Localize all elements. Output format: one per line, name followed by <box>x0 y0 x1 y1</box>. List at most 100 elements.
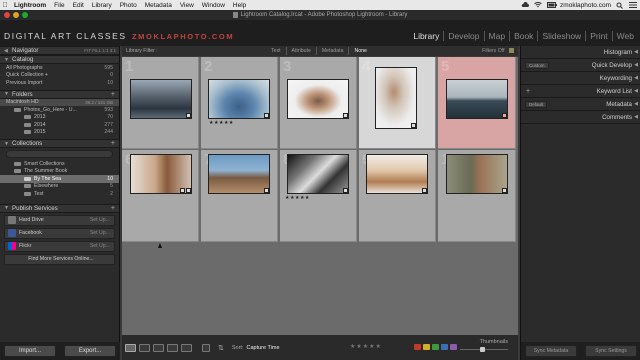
edit-badge-icon[interactable] <box>411 123 416 128</box>
rating-stars[interactable]: ★★★★★ <box>285 195 310 201</box>
keyword-list-header[interactable]: + Keyword List ◀ <box>521 85 640 98</box>
menu-app[interactable]: Lightroom <box>10 2 50 9</box>
collections-header[interactable]: ▼ Collections + <box>0 139 119 148</box>
sync-metadata-button[interactable]: Sync Metadata <box>525 345 577 357</box>
metadata-header[interactable]: Default Metadata ◀ <box>521 98 640 111</box>
menu-view[interactable]: View <box>176 2 198 9</box>
photo-thumbnail[interactable] <box>446 154 508 194</box>
sort-direction-icon[interactable]: ⇅ <box>218 344 224 352</box>
catalog-item-previous-import[interactable]: Previous Import 10 <box>0 79 119 87</box>
module-map[interactable]: Map <box>483 31 510 41</box>
minimize-window-icon[interactable] <box>13 12 19 18</box>
folder-item-2015[interactable]: 2015 244 <box>0 129 119 137</box>
menu-help[interactable]: Help <box>229 2 250 9</box>
menu-list-icon[interactable] <box>629 2 637 8</box>
import-button[interactable]: Import... <box>4 345 56 357</box>
module-library[interactable]: Library <box>409 31 443 41</box>
maximize-window-icon[interactable] <box>22 12 28 18</box>
lock-icon[interactable] <box>509 48 514 54</box>
cloud-icon[interactable] <box>521 2 530 8</box>
search-icon[interactable] <box>616 2 624 9</box>
photo-thumbnail[interactable] <box>130 79 192 119</box>
folder-item-2014[interactable]: 2014 277 <box>0 121 119 129</box>
photo-thumbnail[interactable] <box>208 79 270 119</box>
metadata-preset-dropdown[interactable]: Default <box>525 101 548 108</box>
edit-badge-icon[interactable] <box>264 188 269 193</box>
grid-cell[interactable]: 2 ★★★★★ <box>201 57 278 149</box>
color-label-yellow[interactable] <box>423 344 430 350</box>
navigator-header[interactable]: ◀ Navigator FIT FILL 1:1 3:1 <box>0 46 119 55</box>
module-print[interactable]: Print <box>585 31 611 41</box>
catalog-item-quick-collection[interactable]: Quick Collection + 0 <box>0 72 119 80</box>
folder-item-2013[interactable]: 2013 70 <box>0 114 119 122</box>
volume-macintosh-hd[interactable]: Macintosh HD 36.2 / 121 GB <box>0 98 119 106</box>
photo-thumbnail[interactable] <box>375 67 417 129</box>
module-slideshow[interactable]: Slideshow <box>537 31 585 41</box>
folder-item-photos-go-here[interactable]: Photos_Go_Here - U... 593 <box>0 106 119 114</box>
navigator-zoom-tabs[interactable]: FIT FILL 1:1 3:1 <box>84 48 116 53</box>
publish-setup-link[interactable]: Set Up... <box>90 243 114 249</box>
people-view-icon[interactable] <box>181 343 192 352</box>
add-folder-icon[interactable]: + <box>111 91 115 98</box>
spray-can-icon[interactable] <box>202 343 210 352</box>
grid-cell-target[interactable]: 5 <box>438 57 516 149</box>
export-button[interactable]: Export... <box>64 345 116 357</box>
color-label-green[interactable] <box>432 344 439 350</box>
color-label-purple[interactable] <box>450 344 457 350</box>
edit-badge-icon[interactable] <box>502 188 507 193</box>
publish-facebook[interactable]: Facebook Set Up... <box>4 227 115 239</box>
edit-badge-icon[interactable] <box>343 188 348 193</box>
grid-cell[interactable]: 7 <box>201 150 278 242</box>
photo-thumbnail[interactable] <box>208 154 270 194</box>
wifi-icon[interactable] <box>534 1 542 8</box>
grid-cell-selected[interactable]: 4 <box>359 57 436 149</box>
color-label-blue[interactable] <box>441 344 448 350</box>
quick-develop-header[interactable]: Custom Quick Develop ◀ <box>521 59 640 72</box>
histogram-header[interactable]: Histogram ◀ <box>521 46 640 59</box>
menu-library[interactable]: Library <box>88 2 116 9</box>
catalog-item-all-photographs[interactable]: All Photographs 595 <box>0 64 119 72</box>
grid-cell[interactable]: 6 <box>122 150 199 242</box>
rating-stars[interactable]: ★★★★★ <box>209 120 234 126</box>
publish-setup-link[interactable]: Set Up... <box>90 230 114 236</box>
photo-thumbnail[interactable] <box>287 79 349 119</box>
toolbar-rating-stars[interactable]: ★★★★★ <box>350 343 382 350</box>
module-book[interactable]: Book <box>509 31 537 41</box>
sort-dropdown[interactable]: Capture Time <box>247 345 280 351</box>
sync-settings-button[interactable]: Sync Settings <box>585 345 637 357</box>
grid-view-icon[interactable] <box>125 343 136 352</box>
menu-window[interactable]: Window <box>198 2 229 9</box>
menu-edit[interactable]: Edit <box>69 2 88 9</box>
publish-setup-link[interactable]: Set Up... <box>90 217 114 223</box>
comments-header[interactable]: Comments ◀ <box>521 111 640 124</box>
catalog-header[interactable]: ▼ Catalog <box>0 55 119 64</box>
collections-filter-field[interactable] <box>6 150 113 158</box>
collection-the-summer-book[interactable]: The Summer Book <box>0 168 119 176</box>
filter-tab-attribute[interactable]: Attribute <box>285 47 316 55</box>
find-more-services-button[interactable]: Find More Services Online... <box>4 253 115 265</box>
keywording-header[interactable]: Keywording ◀ <box>521 72 640 85</box>
grid-cell[interactable]: 1 <box>122 57 199 149</box>
saved-preset-dropdown[interactable]: Custom <box>525 62 549 69</box>
menu-file[interactable]: File <box>50 2 68 9</box>
edit-badge-icon[interactable] <box>502 113 507 118</box>
photo-thumbnail[interactable] <box>287 154 349 194</box>
collection-smart-collections[interactable]: Smart Collections <box>0 160 119 168</box>
publish-services-header[interactable]: ▼ Publish Services + <box>0 203 119 213</box>
loupe-view-icon[interactable] <box>139 343 150 352</box>
thumbnail-size-slider[interactable] <box>460 347 508 352</box>
battery-icon[interactable] <box>547 2 558 8</box>
collection-elsewhere[interactable]: Elsewhere 5 <box>0 183 119 191</box>
publish-hard-drive[interactable]: Hard Drive Set Up... <box>4 214 115 226</box>
edit-badge-icon[interactable] <box>186 188 191 193</box>
edit-badge-icon[interactable] <box>422 188 427 193</box>
module-web[interactable]: Web <box>611 31 638 41</box>
edit-badge-icon[interactable] <box>186 113 191 118</box>
compare-view-icon[interactable] <box>153 343 164 352</box>
survey-view-icon[interactable] <box>167 343 178 352</box>
grid-cell[interactable]: 9 <box>359 150 436 242</box>
collection-test[interactable]: Test 2 <box>0 190 119 198</box>
publish-flickr[interactable]: Flickr Set Up... <box>4 240 115 252</box>
menu-photo[interactable]: Photo <box>116 2 141 9</box>
folders-header[interactable]: ▼ Folders + <box>0 89 119 99</box>
